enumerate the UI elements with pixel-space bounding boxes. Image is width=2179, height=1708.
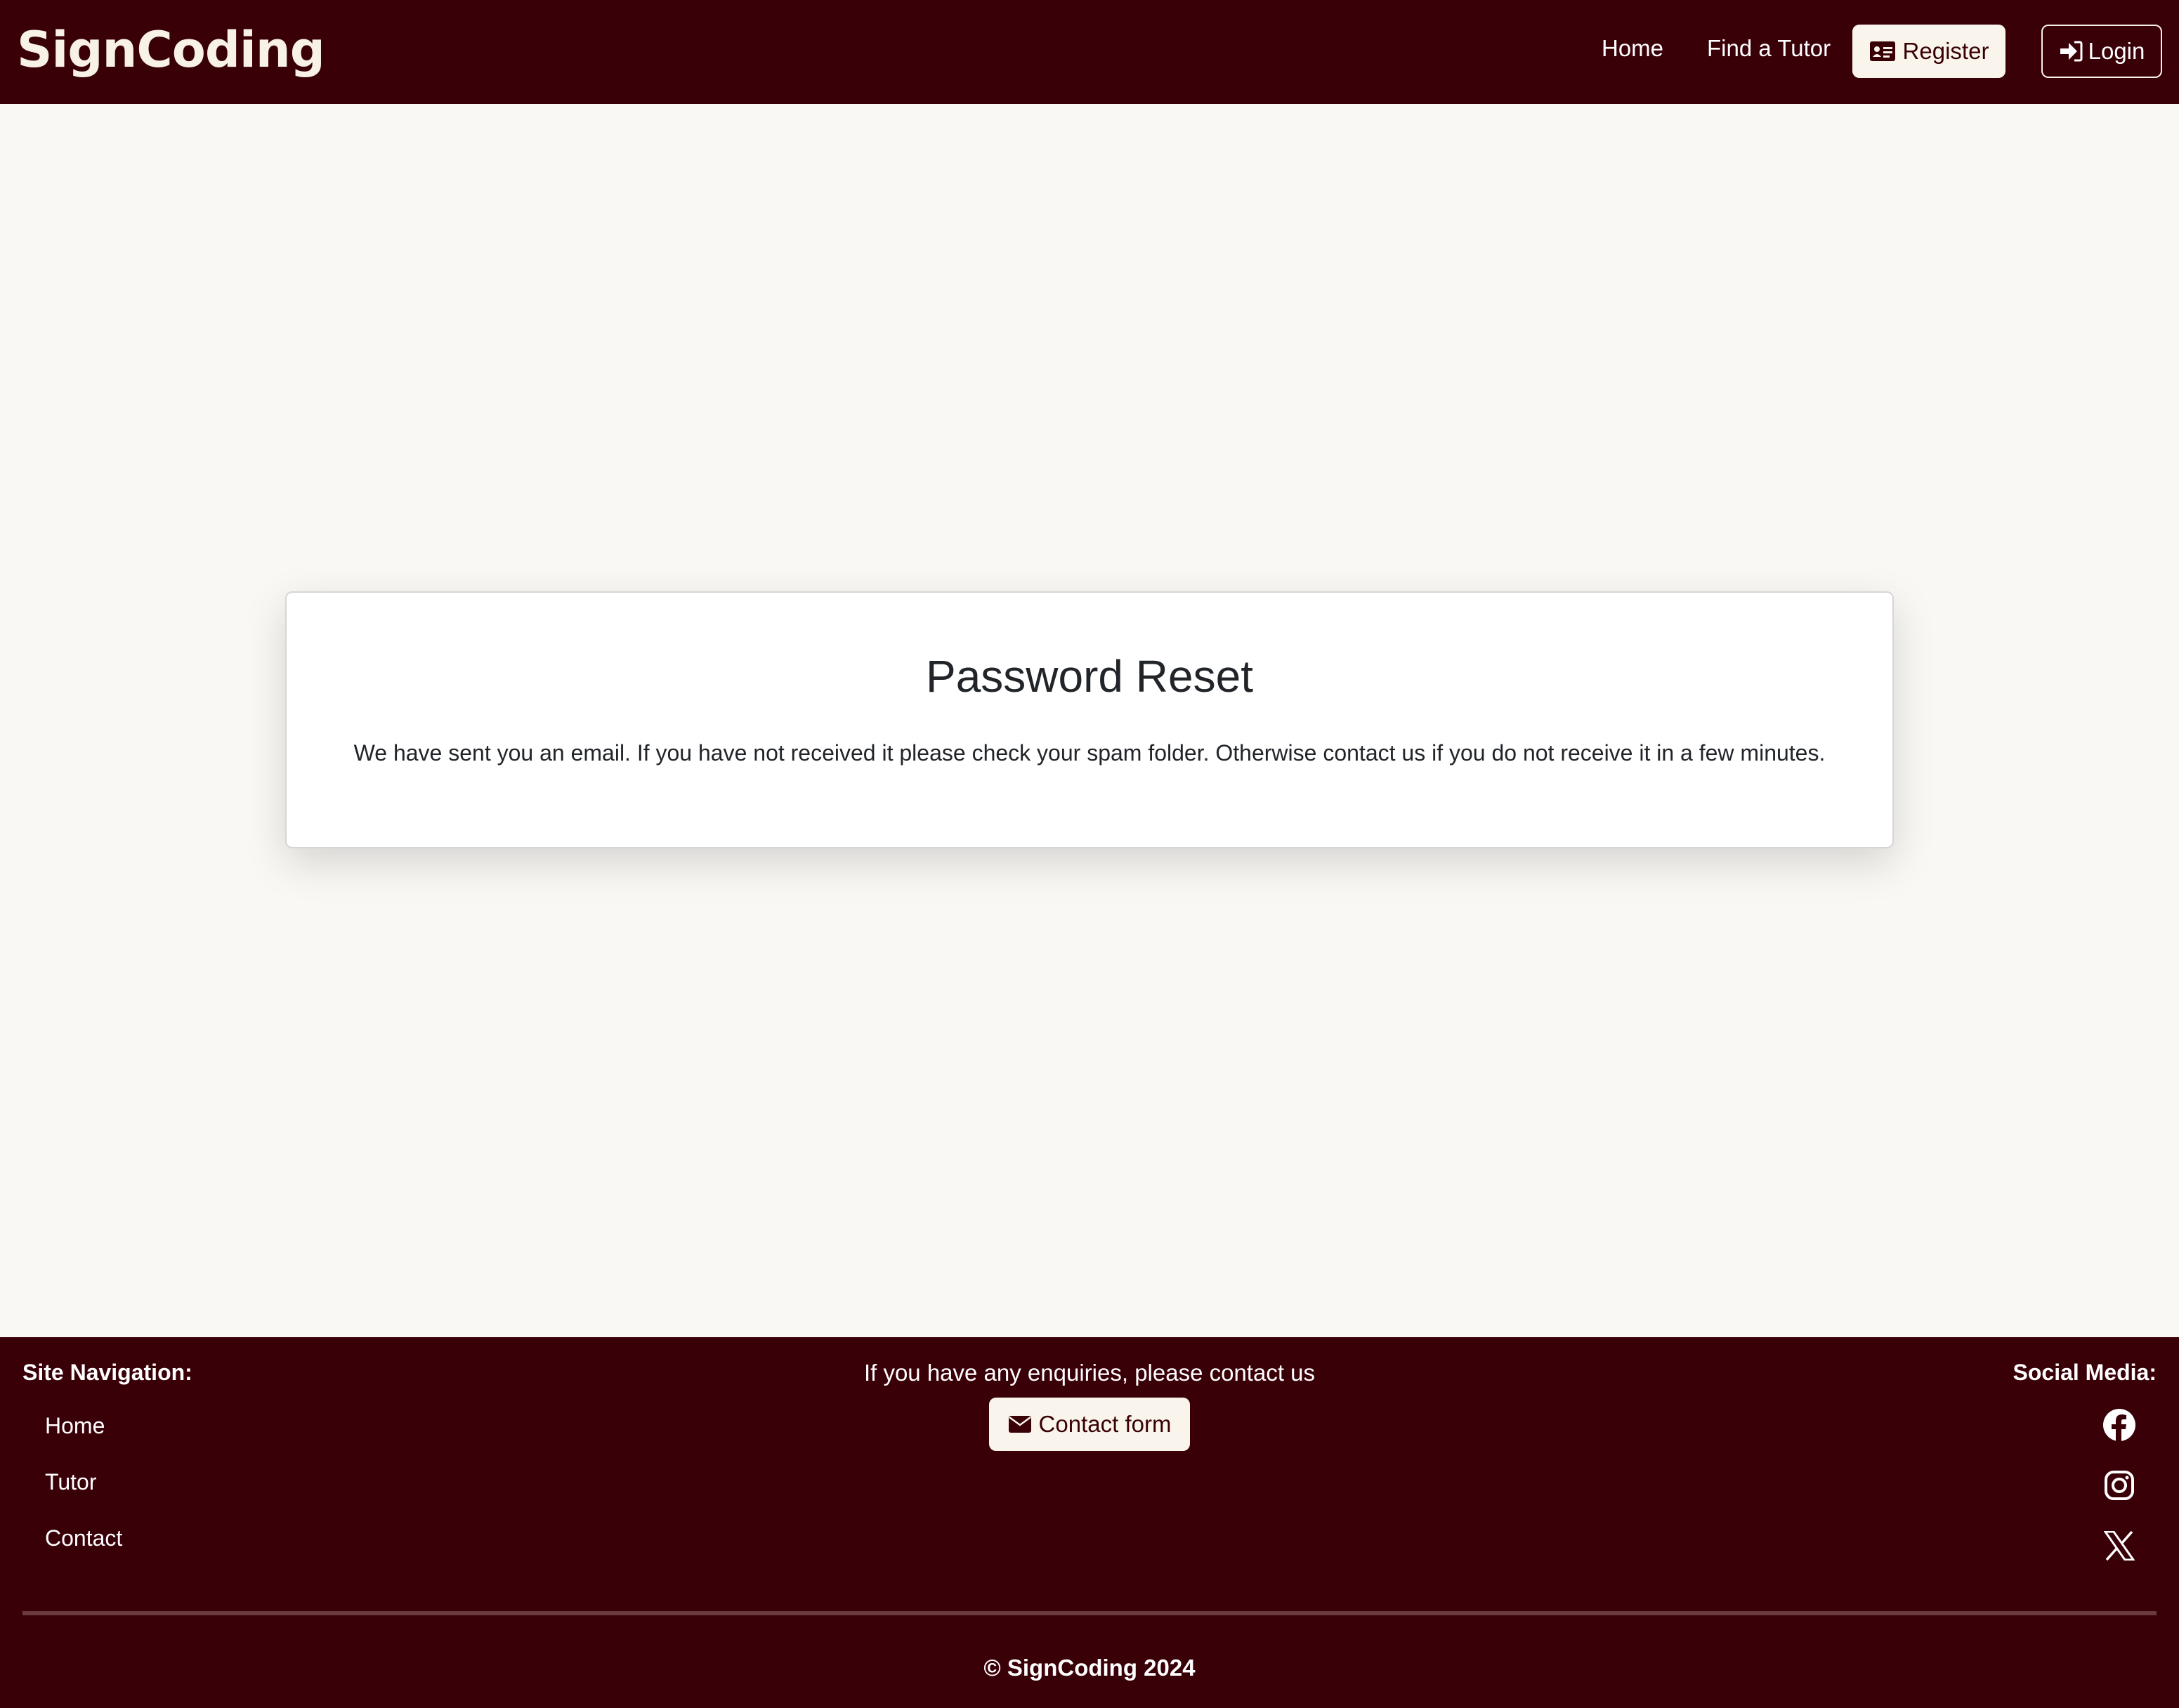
footer-nav-home[interactable]: Home — [45, 1413, 105, 1439]
x-icon[interactable] — [2102, 1528, 2137, 1563]
id-card-icon — [1869, 41, 1896, 62]
nav-home-link[interactable]: Home — [1602, 35, 1663, 62]
nav-find-tutor-link[interactable]: Find a Tutor — [1707, 35, 1831, 62]
sign-in-icon — [2059, 40, 2083, 63]
instagram-icon[interactable] — [2102, 1468, 2137, 1503]
page-title: Password Reset — [926, 651, 1253, 702]
reset-message: We have sent you an email. If you have n… — [353, 740, 1826, 766]
copyright-text: © SignCoding 2024 — [983, 1655, 1196, 1681]
register-label: Register — [1902, 38, 1989, 64]
login-button[interactable]: Login — [2041, 25, 2162, 78]
contact-form-button[interactable]: Contact form — [989, 1398, 1190, 1451]
footer: Site Navigation: Home Tutor Contact If y… — [0, 1337, 2179, 1708]
social-media-heading: Social Media: — [2013, 1360, 2157, 1385]
contact-form-label: Contact form — [1038, 1411, 1172, 1437]
top-navbar: SignCoding Home Find a Tutor Register Lo… — [0, 0, 2179, 104]
footer-divider — [22, 1611, 2157, 1615]
password-reset-card: Password Reset We have sent you an email… — [285, 591, 1894, 848]
brand-logo[interactable]: SignCoding — [17, 21, 325, 79]
login-label: Login — [2088, 38, 2145, 64]
footer-nav-tutor[interactable]: Tutor — [45, 1469, 97, 1495]
envelope-icon — [1008, 1415, 1032, 1433]
register-button[interactable]: Register — [1852, 25, 2005, 78]
footer-nav-contact[interactable]: Contact — [45, 1525, 122, 1551]
enquiry-text: If you have any enquiries, please contac… — [863, 1360, 1316, 1386]
facebook-icon[interactable] — [2102, 1407, 2137, 1443]
